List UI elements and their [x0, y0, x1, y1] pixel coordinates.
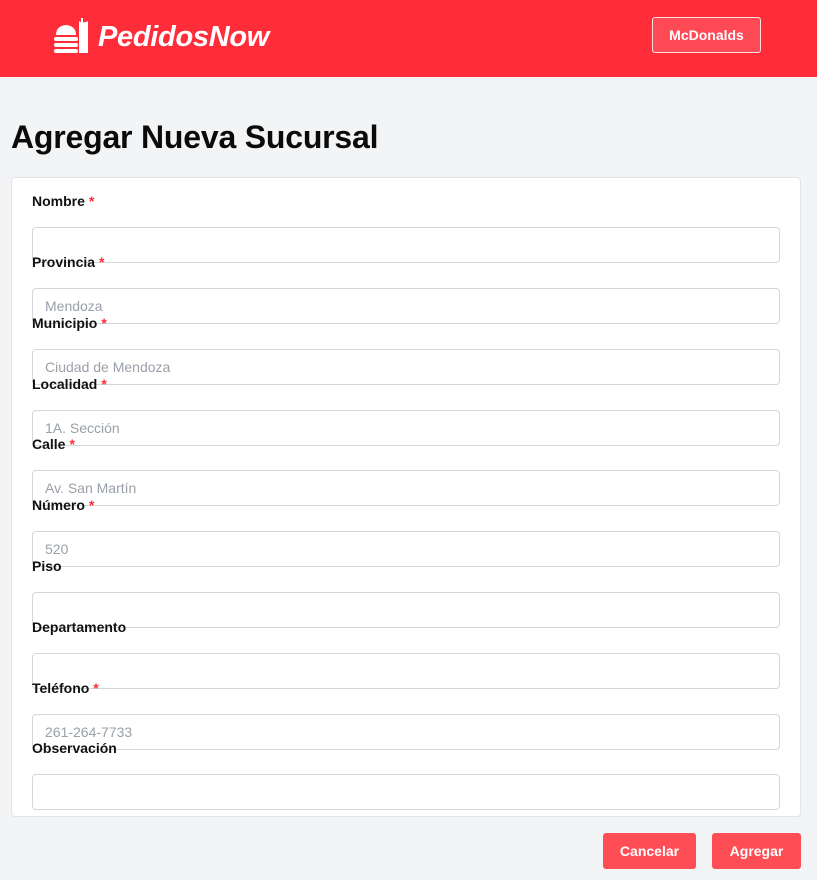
required-marker: * — [88, 497, 95, 513]
required-marker: * — [93, 680, 99, 696]
field-label: Piso — [32, 558, 62, 574]
top-header: PedidosNow McDonalds — [0, 0, 817, 77]
field-numero: Número * — [32, 496, 781, 567]
field-label: Provincia — [32, 254, 96, 270]
required-marker: * — [99, 254, 105, 270]
field-departamento: Departamento — [32, 618, 781, 689]
field-telefono: Teléfono * — [32, 679, 781, 750]
required-marker: * — [69, 436, 75, 452]
field-label: Número — [32, 497, 85, 513]
field-label: Localidad — [32, 376, 98, 392]
required-marker: * — [101, 376, 107, 392]
observacion-input[interactable] — [32, 774, 780, 810]
field-observacion: Observación — [32, 739, 781, 810]
brand-name: PedidosNow — [98, 20, 270, 53]
store-selector-button[interactable]: McDonalds — [652, 17, 761, 53]
field-label: Departamento — [32, 619, 127, 635]
field-label: Nombre — [32, 193, 85, 209]
field-calle: Calle * — [32, 435, 781, 506]
food-stack-icon — [54, 18, 88, 53]
add-button[interactable]: Agregar — [712, 833, 801, 869]
brand-logo[interactable]: PedidosNow — [52, 18, 269, 56]
field-label: Teléfono — [32, 680, 90, 696]
field-piso: Piso — [32, 557, 781, 628]
field-label: Calle — [32, 436, 66, 452]
required-marker: * — [88, 193, 95, 209]
page-title: Agregar Nueva Sucursal — [11, 119, 379, 155]
field-localidad: Localidad * — [32, 375, 781, 446]
field-provincia: Provincia * — [32, 253, 781, 324]
field-nombre: Nombre * — [32, 192, 781, 263]
field-label: Observación — [32, 740, 117, 756]
field-municipio: Municipio * — [32, 314, 781, 385]
field-label: Municipio — [32, 315, 98, 331]
cancel-button[interactable]: Cancelar — [603, 833, 696, 869]
required-marker: * — [101, 315, 107, 331]
branch-form: Nombre* Provincia* Municipio* Localidad*… — [11, 177, 801, 817]
